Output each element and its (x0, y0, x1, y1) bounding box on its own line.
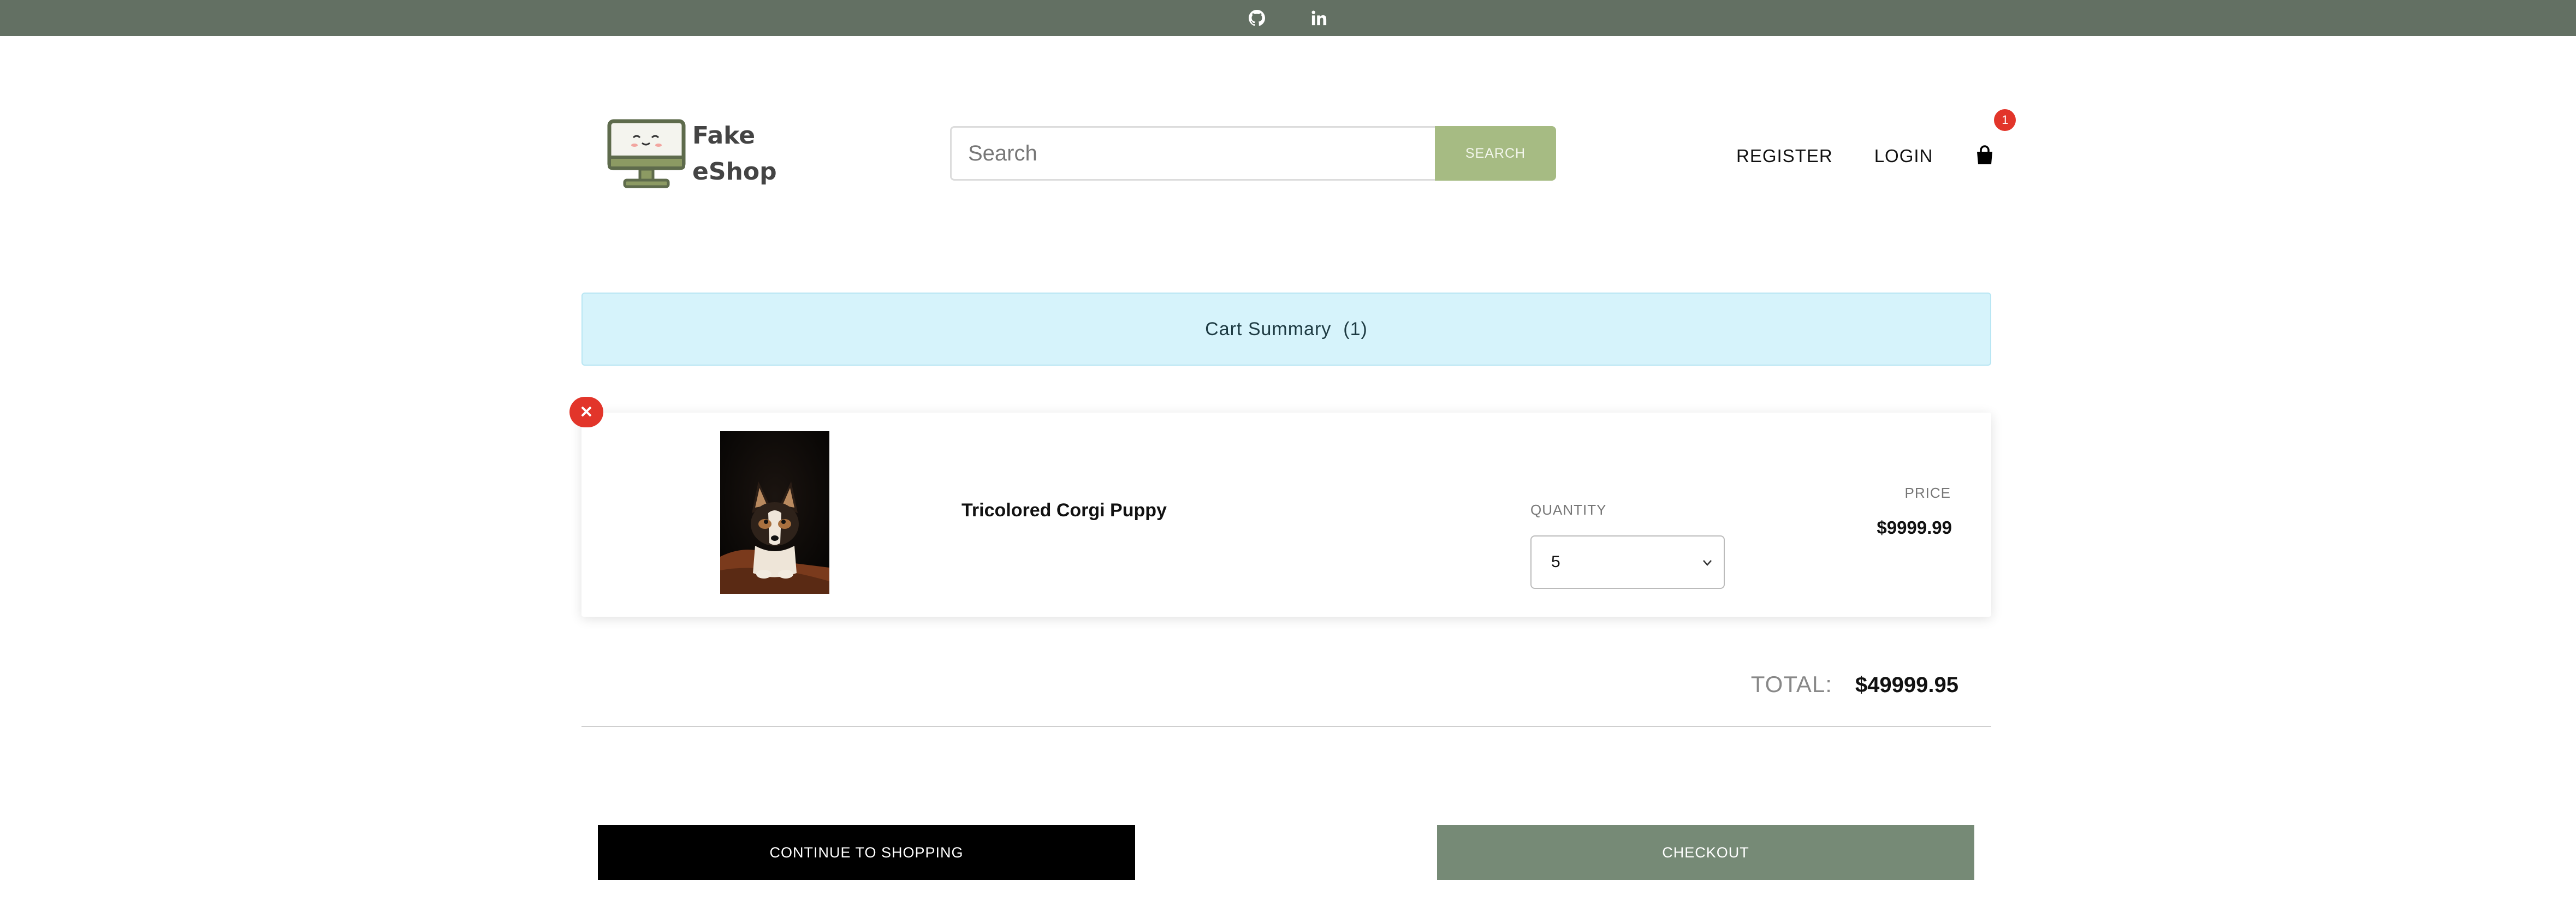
search-input[interactable] (950, 126, 1435, 181)
close-icon: ✕ (579, 403, 593, 421)
top-social-bar (0, 0, 2576, 36)
cart-summary-count: (1) (1343, 318, 1368, 339)
logo-line-2: eShop (692, 158, 777, 186)
shopping-bag-icon (1977, 145, 1993, 164)
header: Fake eShop SEARCH REGISTER LOGIN 1 (0, 36, 2576, 271)
register-link[interactable]: REGISTER (1736, 146, 1833, 166)
search-button[interactable]: SEARCH (1435, 126, 1556, 181)
linkedin-link[interactable] (1308, 7, 1330, 29)
checkout-button[interactable]: CHECKOUT (1437, 825, 1974, 880)
cart-summary-title: Cart Summary (1205, 318, 1332, 339)
total-value: $49999.95 (1855, 673, 1958, 697)
github-icon (1249, 10, 1265, 26)
cart-item-card: Tricolored Corgi Puppy QUANTITY 5 PRICE … (581, 413, 1991, 617)
quantity-select[interactable]: 5 (1530, 535, 1725, 589)
cart-summary-banner: Cart Summary (1) (581, 293, 1991, 366)
linkedin-icon (1311, 10, 1327, 26)
account-nav: REGISTER LOGIN 1 (1736, 109, 2016, 167)
remove-item-button[interactable]: ✕ (569, 397, 603, 427)
login-link[interactable]: LOGIN (1874, 146, 1933, 166)
quantity-label: QUANTITY (1530, 502, 1607, 518)
monitor-logo-icon (607, 119, 686, 188)
search-bar: SEARCH (950, 126, 1556, 181)
chevron-down-icon (1703, 560, 1712, 566)
divider (581, 726, 1991, 727)
corgi-photo-icon (720, 431, 829, 594)
price-label: PRICE (1904, 485, 1951, 501)
product-name[interactable]: Tricolored Corgi Puppy (961, 500, 1167, 521)
product-image (720, 431, 829, 594)
total-label: TOTAL: (1750, 671, 1832, 697)
logo-line-1: Fake (692, 122, 756, 150)
logo-text: Fake eShop (692, 118, 777, 190)
cart-button[interactable]: 1 (1975, 109, 2016, 167)
github-link[interactable] (1246, 7, 1268, 29)
continue-shopping-button[interactable]: CONTINUE TO SHOPPING (598, 825, 1135, 880)
cart-total: TOTAL: $49999.95 (1751, 671, 1958, 698)
cart-count-badge: 1 (1994, 109, 2016, 131)
quantity-value: 5 (1551, 553, 1560, 571)
price-value: $9999.99 (1877, 517, 1952, 538)
logo[interactable]: Fake eShop (606, 118, 777, 190)
